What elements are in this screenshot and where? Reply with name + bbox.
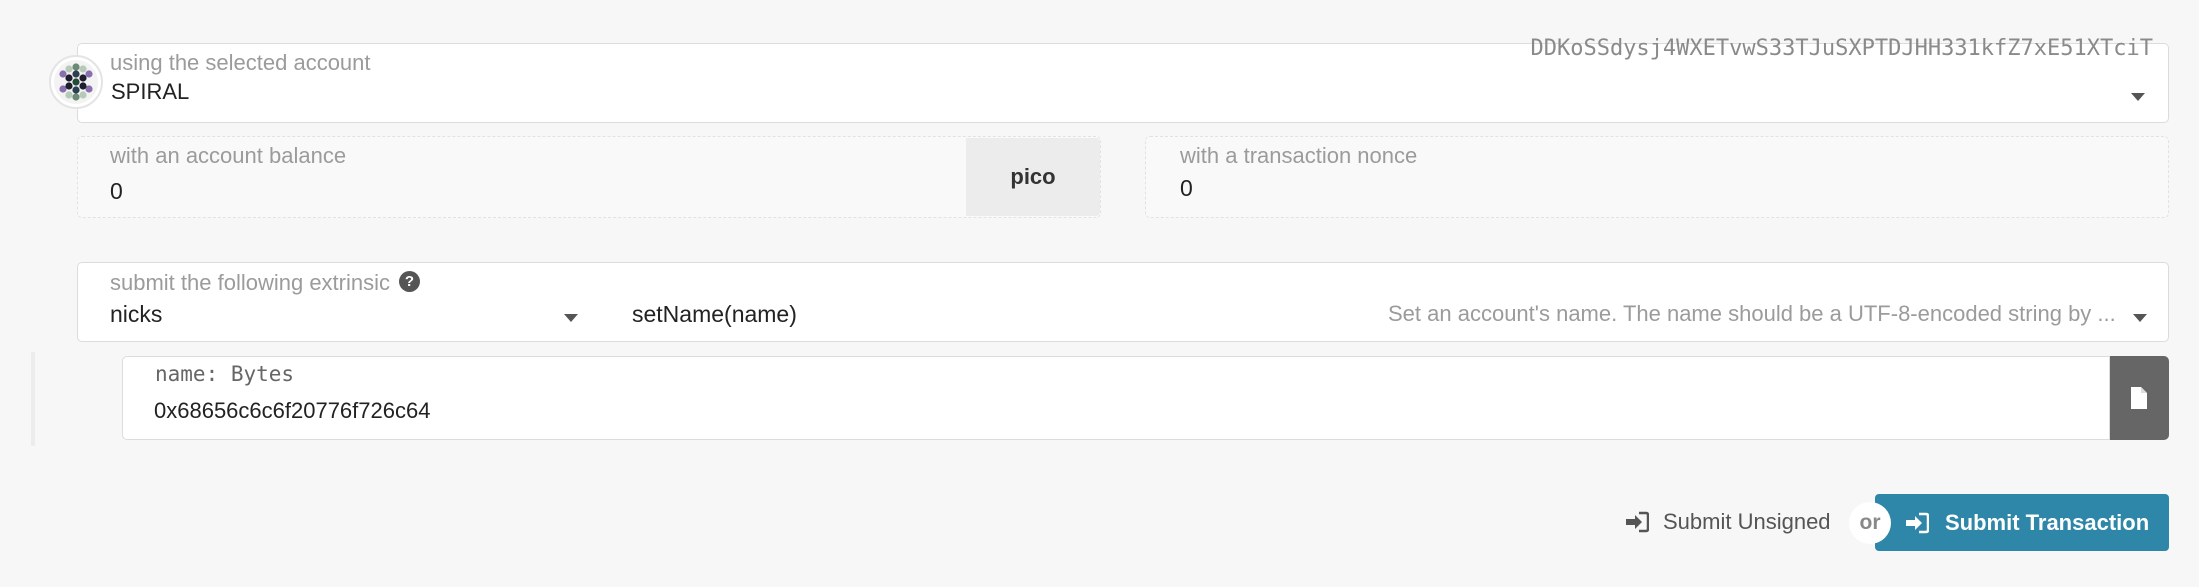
module-dropdown-caret-icon[interactable] bbox=[564, 314, 578, 322]
account-address: DDKoSSdysj4WXETvwS33TJuSXPTDJHH331kfZ7xE… bbox=[1530, 36, 2153, 61]
param-value[interactable]: 0x68656c6c6f20776f726c64 bbox=[154, 398, 430, 424]
nonce-value: 0 bbox=[1180, 175, 1193, 201]
account-dropdown-caret-icon[interactable] bbox=[2131, 93, 2145, 101]
file-icon bbox=[2131, 387, 2147, 409]
submit-unsigned-label: Submit Unsigned bbox=[1663, 509, 1831, 534]
extrinsic-description: Set an account's name. The name should b… bbox=[1388, 301, 2116, 326]
extrinsic-method[interactable]: setName(name) bbox=[632, 301, 797, 328]
balance-label: with an account balance bbox=[110, 143, 347, 168]
sign-in-icon bbox=[1906, 512, 1929, 533]
param-label: name: Bytes bbox=[155, 362, 295, 386]
balance-unit: pico bbox=[966, 138, 1100, 216]
submit-unsigned-button[interactable]: Submit Unsigned bbox=[1625, 505, 1831, 539]
account-label: using the selected account bbox=[110, 50, 371, 75]
submit-transaction-label: Submit Transaction bbox=[1945, 509, 2150, 535]
or-separator: or bbox=[1849, 502, 1891, 544]
nonce-label: with a transaction nonce bbox=[1180, 143, 1418, 168]
sign-in-icon bbox=[1626, 511, 1649, 533]
file-upload-button[interactable] bbox=[2110, 356, 2169, 440]
extrinsic-module[interactable]: nicks bbox=[110, 301, 162, 328]
question-circle-icon[interactable]: ? bbox=[399, 271, 420, 292]
account-avatar-icon bbox=[49, 55, 103, 109]
method-dropdown-caret-icon[interactable] bbox=[2133, 314, 2147, 322]
account-name: SPIRAL bbox=[111, 79, 190, 104]
extrinsic-label: submit the following extrinsic bbox=[110, 270, 391, 295]
submit-transaction-button[interactable]: Submit Transaction bbox=[1875, 494, 2169, 551]
param-indent-bar bbox=[31, 352, 35, 446]
balance-value: 0 bbox=[110, 178, 123, 204]
